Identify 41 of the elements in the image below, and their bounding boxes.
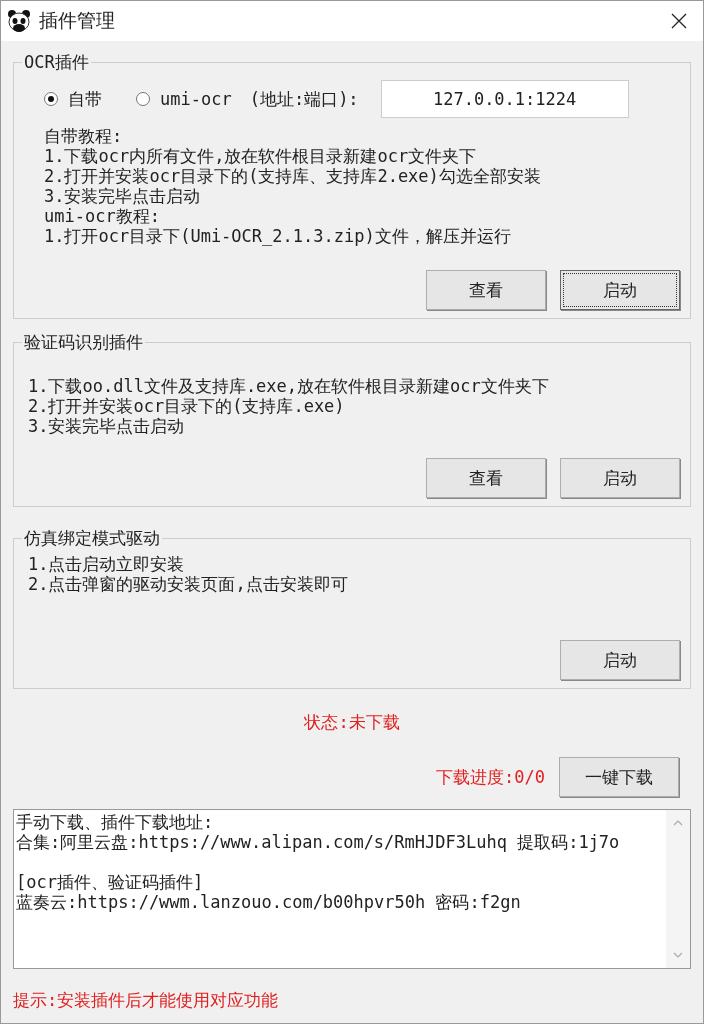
instruction-text: 3.安装完毕点击启动 bbox=[44, 186, 201, 206]
radio-icon[interactable] bbox=[44, 92, 58, 106]
address-label: (地址:端口): bbox=[249, 87, 359, 111]
status-text: 状态:未下载 bbox=[303, 711, 401, 734]
instruction-text: 1.打开ocr目录下(Umi-OCR_2.1.3.zip)文件，解压并运行 bbox=[44, 226, 511, 246]
radio-label: 自带 bbox=[68, 87, 102, 111]
instruction-text: 2.点击弹窗的驱动安装页面,点击安装即可 bbox=[28, 574, 348, 594]
instruction-text: umi-ocr教程: bbox=[44, 206, 160, 226]
start-button[interactable]: 启动 bbox=[560, 640, 680, 680]
text-line: [ocr插件、验证码插件] bbox=[16, 872, 205, 892]
instruction-text: 1.点击启动立即安装 bbox=[28, 554, 185, 574]
text-line: 手动下载、插件下载地址: bbox=[16, 812, 215, 832]
links-text-area[interactable]: 手动下载、插件下载地址: 合集:阿里云盘:https://www.alipan.com/s/RmHJDF3Luhq 提取码:1j7o [ocr插件、验证码插件] 蓝奏云:https://wwm.lanzouo.com/b00hpvr50h 密码:f2gn bbox=[13, 809, 691, 969]
view-button[interactable]: 查看 bbox=[426, 458, 546, 498]
scroll-up-icon[interactable] bbox=[673, 820, 683, 826]
close-icon[interactable] bbox=[671, 13, 687, 29]
instruction-text: 3.安装完毕点击启动 bbox=[28, 416, 185, 436]
instruction-text: 2.打开并安装ocr目录下的(支持库.exe) bbox=[28, 396, 345, 416]
instruction-text: 自带教程: bbox=[44, 126, 123, 146]
radio-option[interactable]: 自带 bbox=[44, 87, 102, 111]
text-line: 合集:阿里云盘:https://www.alipan.com/s/RmHJDF3Luhq 提取码:1j7o bbox=[16, 832, 621, 852]
radio-icon[interactable] bbox=[136, 92, 150, 106]
group-title: 仿真绑定模式驱动 bbox=[23, 527, 161, 550]
panda-icon bbox=[7, 9, 31, 33]
group-title: OCR插件 bbox=[23, 51, 90, 74]
progress-text: 下载进度:0/0 bbox=[436, 765, 545, 789]
instruction-text: 1.下载oo.dll文件及支持库.exe,放在软件根目录新建ocr文件夹下 bbox=[28, 376, 549, 396]
download-button[interactable]: 一键下载 bbox=[559, 757, 679, 797]
text-line: 蓝奏云:https://wwm.lanzouo.com/b00hpvr50h 密码:f2gn bbox=[16, 892, 522, 912]
address-field[interactable]: 127.0.0.1:1224 bbox=[380, 80, 629, 118]
hint-text: 提示:安装插件后才能使用对应功能 bbox=[13, 989, 280, 1012]
scroll-down-icon[interactable] bbox=[673, 952, 683, 958]
instruction-text: 2.打开并安装ocr目录下的(支持库、支持库2.exe)勾选全部安装 bbox=[44, 166, 541, 186]
start-button[interactable]: 启动 bbox=[560, 270, 680, 310]
start-button[interactable]: 启动 bbox=[560, 458, 680, 498]
group-title: 验证码识别插件 bbox=[23, 331, 144, 354]
radio-option[interactable]: umi-ocr bbox=[136, 89, 232, 109]
radio-label: umi-ocr bbox=[160, 89, 232, 109]
view-button[interactable]: 查看 bbox=[426, 270, 546, 310]
window-title: 插件管理 bbox=[39, 8, 116, 33]
instruction-text: 1.下载ocr内所有文件,放在软件根目录新建ocr文件夹下 bbox=[44, 146, 477, 166]
